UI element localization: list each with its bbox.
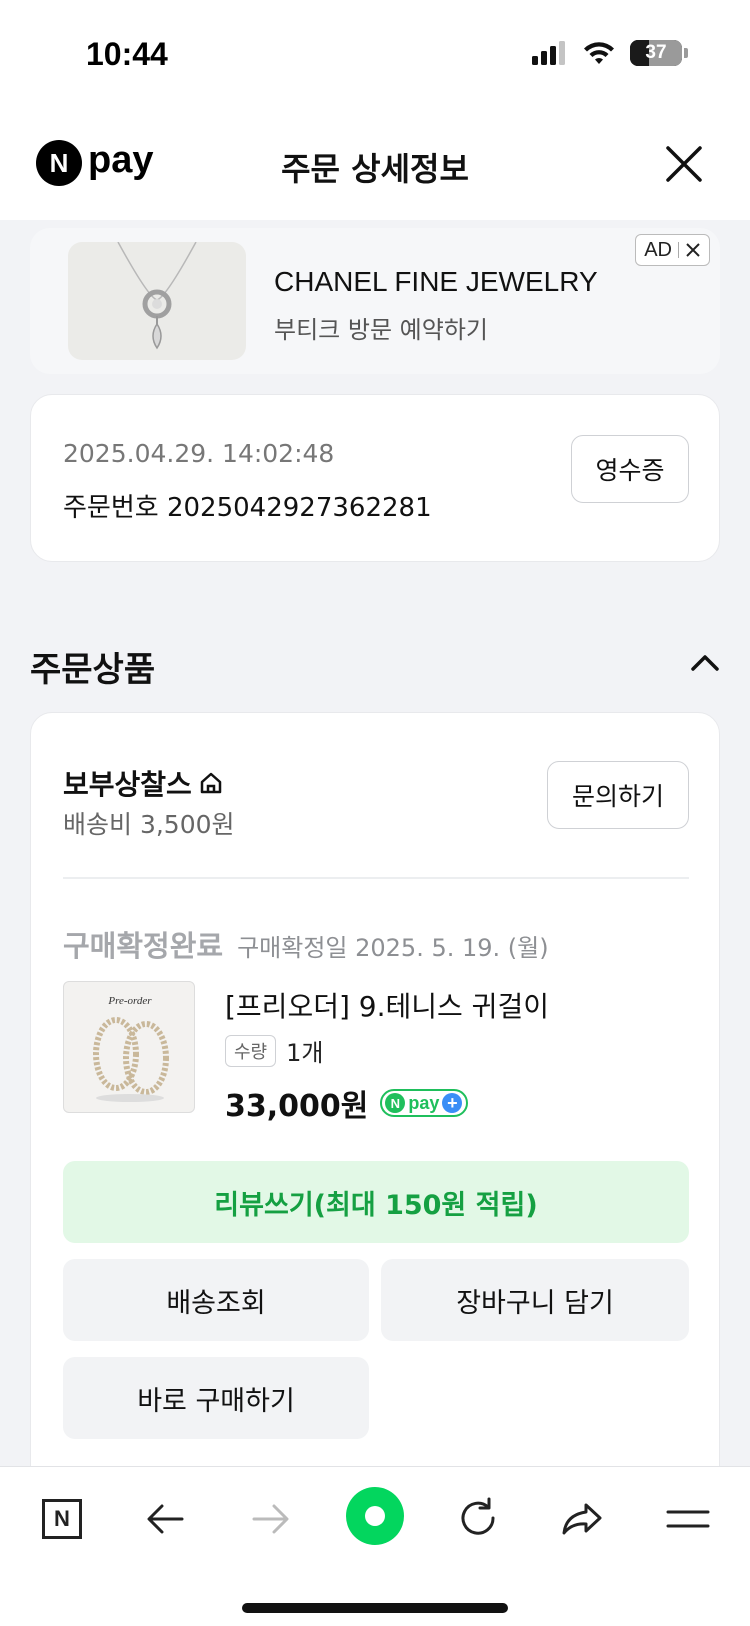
order-number: 주문번호 2025042927362281 (63, 493, 432, 523)
wifi-icon (584, 42, 614, 64)
shipping-fee: 배송비 3,500원 (63, 810, 235, 839)
quantity-label: 수량 (225, 1034, 277, 1067)
order-datetime: 2025.04.29. 14:02:48 (63, 439, 335, 468)
purchase-status: 구매확정완료 구매확정일 2025. 5. 19. (월) (63, 923, 549, 965)
npay-badge-text: pay (408, 1092, 440, 1113)
seller-name: 보부상찰스 (63, 768, 192, 801)
price-row: 33,000원 N pay + (225, 1081, 469, 1125)
refresh-icon[interactable] (452, 1493, 504, 1545)
order-item-card: 보부상찰스 배송비 3,500원 문의하기 구매확정완료 구매확정일 2025.… (30, 712, 720, 1472)
product-thumbnail[interactable]: Pre-order (63, 981, 195, 1113)
share-icon[interactable] (556, 1493, 608, 1545)
buy-now-button[interactable]: 바로 구매하기 (63, 1357, 369, 1439)
status-bar: 10:44 37 (0, 0, 750, 110)
quantity-value: 1개 (286, 1039, 324, 1067)
ad-subtitle: 부티크 방문 예약하기 (274, 316, 488, 344)
section-title-order-items: 주문상품 (30, 650, 156, 690)
battery-icon: 37 (630, 40, 682, 66)
ad-banner[interactable]: CHANEL FINE JEWELRY 부티크 방문 예약하기 AD (30, 228, 720, 374)
ad-close-icon[interactable] (685, 242, 701, 258)
header: N pay 주문 상세정보 (0, 110, 750, 220)
menu-icon[interactable] (662, 1493, 714, 1545)
home-indicator (242, 1603, 508, 1613)
store-home-icon (200, 772, 222, 794)
plus-icon: + (442, 1093, 463, 1113)
order-info-card: 2025.04.29. 14:02:48 주문번호 20250429273622… (30, 394, 720, 562)
divider (63, 877, 689, 879)
npay-plus-badge: N pay + (380, 1089, 469, 1117)
ad-title: CHANEL FINE JEWELRY (274, 266, 598, 297)
status-icons: 37 (532, 40, 688, 66)
quantity-row: 수량 1개 (225, 1033, 323, 1068)
product-price: 33,000원 (225, 1089, 369, 1124)
purchase-confirm-date: 구매확정일 2025. 5. 19. (월) (237, 934, 549, 962)
status-time: 10:44 (86, 36, 168, 72)
chevron-up-icon[interactable] (690, 652, 720, 672)
seller-name-row[interactable]: 보부상찰스 (63, 763, 224, 803)
thumbnail-caption: Pre-order (107, 995, 152, 1007)
receipt-button[interactable]: 영수증 (571, 435, 689, 503)
back-arrow-icon[interactable] (140, 1493, 192, 1545)
browser-toolbar: N (0, 1466, 750, 1626)
add-to-cart-button[interactable]: 장바구니 담기 (381, 1259, 689, 1341)
npay-n-icon: N (385, 1093, 406, 1113)
purchase-status-label: 구매확정완료 (63, 929, 224, 963)
forward-arrow-icon[interactable] (244, 1493, 296, 1545)
battery-tip (684, 48, 688, 58)
naver-home-letter: N (42, 1499, 82, 1539)
ad-label: AD (644, 238, 672, 261)
ad-badge[interactable]: AD (635, 234, 710, 266)
ad-badge-separator (678, 242, 679, 258)
track-shipping-button[interactable]: 배송조회 (63, 1259, 369, 1341)
green-dot-button[interactable] (346, 1487, 404, 1545)
product-name[interactable]: [프리오더] 9.테니스 귀걸이 (225, 985, 549, 1025)
close-icon[interactable] (662, 142, 706, 186)
naver-home-icon[interactable]: N (36, 1493, 88, 1545)
inquiry-button[interactable]: 문의하기 (547, 761, 689, 829)
green-dot-icon (346, 1487, 404, 1545)
battery-level: 37 (645, 42, 667, 63)
write-review-button[interactable]: 리뷰쓰기(최대 150원 적립) (63, 1161, 689, 1243)
ad-necklace-image (68, 242, 246, 360)
page-title: 주문 상세정보 (281, 150, 469, 188)
cellular-signal-icon (532, 41, 565, 65)
